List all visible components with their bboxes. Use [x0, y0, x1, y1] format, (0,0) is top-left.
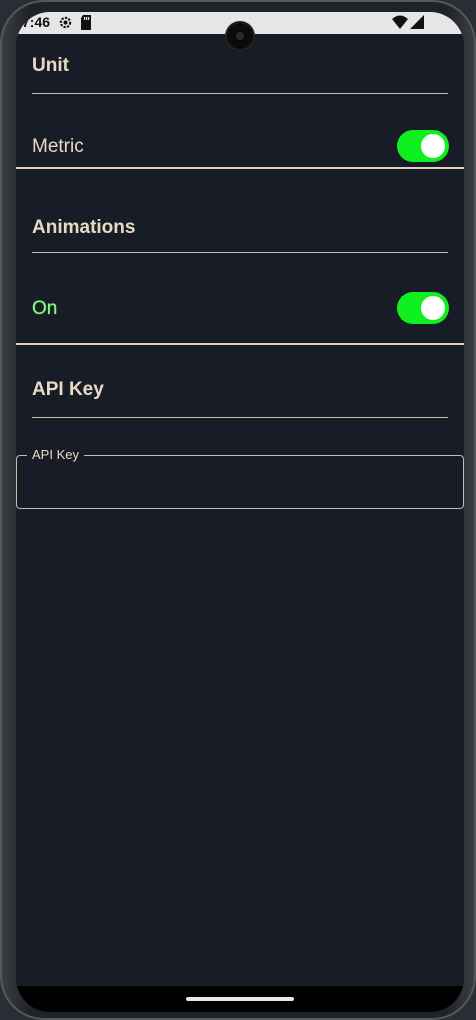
api-key-field-label: API Key	[27, 447, 84, 462]
wifi-icon	[392, 15, 408, 29]
api-key-title-divider	[32, 417, 448, 418]
status-time: 7:46	[22, 14, 51, 30]
toggle-knob	[421, 296, 445, 320]
toggle-knob	[421, 134, 445, 158]
animations-section-title: Animations	[32, 217, 136, 238]
api-key-section-title: API Key	[32, 379, 104, 400]
unit-section-title: Unit	[32, 55, 69, 76]
unit-value-label: Metric	[32, 136, 84, 157]
animations-title-divider	[32, 252, 448, 253]
api-key-input[interactable]	[29, 470, 453, 500]
front-camera	[227, 23, 253, 49]
app-screen: 7:46 Unit Metric Animations On API Key A…	[16, 12, 464, 1012]
sd-card-icon	[81, 15, 91, 30]
api-key-field[interactable]: API Key	[16, 447, 464, 509]
unit-title-divider	[32, 93, 448, 94]
unit-section-divider	[16, 167, 464, 169]
device-frame: 7:46 Unit Metric Animations On API Key A…	[0, 0, 476, 1020]
animations-value-label: On	[32, 298, 58, 319]
animations-toggle-switch[interactable]	[397, 292, 449, 324]
animations-section-divider	[16, 343, 464, 345]
settings-gear-icon	[59, 16, 72, 29]
navigation-bar	[16, 986, 464, 1012]
unit-toggle-switch[interactable]	[397, 130, 449, 162]
home-indicator[interactable]	[186, 997, 294, 1001]
cell-signal-icon	[410, 15, 424, 29]
